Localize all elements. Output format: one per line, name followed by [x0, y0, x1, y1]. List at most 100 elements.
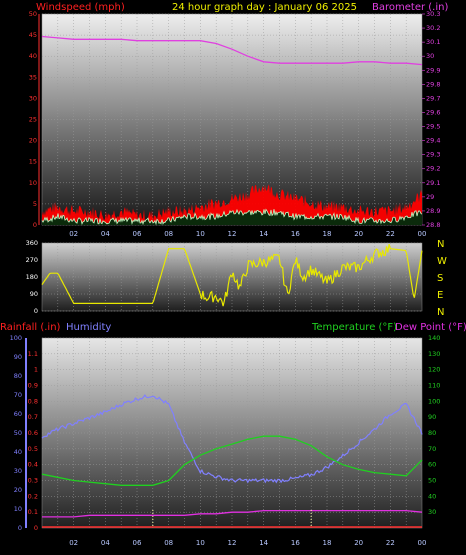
humidity-tick-label: 40 — [14, 448, 22, 456]
barometer-tick-label: 29.7 — [426, 94, 440, 102]
x-tick-label: 12 — [228, 230, 237, 238]
direction-tick-label: 270 — [26, 256, 38, 264]
windspeed-tick-label: 30 — [29, 94, 37, 102]
rainfall-tick-label: 0.8 — [28, 397, 38, 405]
temperature-tick-label: 40 — [428, 492, 436, 500]
windspeed-tick-label: 0 — [33, 221, 37, 229]
barometer-tick-label: 29.6 — [426, 108, 440, 116]
rainfall-tick-label: 0.3 — [28, 477, 38, 485]
x-tick-label: 02 — [69, 539, 78, 547]
temperature-tick-label: 90 — [428, 413, 436, 421]
humidity-tick-label: 50 — [14, 429, 22, 437]
barometer-tick-label: 29.2 — [426, 165, 440, 173]
barometer-tick-label: 30.1 — [426, 38, 440, 46]
temperature-tick-label: 70 — [428, 445, 436, 453]
rainfall-tick-label: 0.2 — [28, 492, 38, 500]
rainfall-tick-label: 0.1 — [28, 508, 38, 516]
barometer-tick-label: 29 — [426, 193, 434, 201]
x-tick-label: 20 — [354, 230, 363, 238]
x-tick-label: 14 — [259, 230, 268, 238]
temperature-tick-label: 130 — [428, 350, 440, 358]
humidity-tick-label: 70 — [14, 391, 22, 399]
humidity-tick-label: 20 — [14, 486, 22, 494]
humidity-tick-label: 100 — [10, 334, 22, 342]
x-tick-label: 16 — [291, 539, 300, 547]
x-tick-label: 06 — [133, 230, 142, 238]
temperature-tick-label: 30 — [428, 508, 436, 516]
x-tick-label: 22 — [386, 539, 395, 547]
x-tick-label: 18 — [323, 230, 332, 238]
temperature-tick-label: 50 — [428, 477, 436, 485]
windspeed-tick-label: 20 — [29, 137, 37, 145]
rainfall-tick-label: 1 — [34, 366, 38, 374]
humidity-tick-label: 80 — [14, 372, 22, 380]
barometer-tick-label: 29.8 — [426, 80, 440, 88]
chart-title: 24 hour graph day : January 06 2025 — [172, 2, 357, 13]
x-tick-label: 12 — [228, 539, 237, 547]
windspeed-tick-label: 50 — [29, 10, 37, 18]
x-tick-label: 04 — [101, 539, 110, 547]
x-tick-label: 02 — [69, 230, 78, 238]
temperature-tick-label: 140 — [428, 334, 440, 342]
windspeed-axis-label: Windspeed (mph) — [36, 2, 125, 13]
x-tick-label: 00 — [418, 230, 427, 238]
humidity-tick-label: 10 — [14, 505, 22, 513]
barometer-tick-label: 29.5 — [426, 123, 440, 131]
temperature-tick-label: 120 — [428, 366, 440, 374]
direction-tick-label: 0 — [34, 307, 38, 315]
temperature-tick-label: 80 — [428, 429, 436, 437]
x-tick-label: 10 — [196, 230, 205, 238]
temperature-tick-label: 110 — [428, 382, 440, 390]
x-tick-label: 20 — [354, 539, 363, 547]
x-tick-label: 00 — [418, 539, 427, 547]
barometer-tick-label: 29.9 — [426, 66, 440, 74]
x-tick-label: 08 — [164, 230, 173, 238]
dewpoint-axis-label: Dew Point (°F) — [395, 322, 466, 333]
barometer-tick-label: 30.3 — [426, 10, 440, 18]
temperature-axis-label: Temperature (°F) — [311, 322, 397, 333]
x-tick-label: 06 — [133, 539, 142, 547]
rainfall-tick-label: 0.6 — [28, 429, 38, 437]
windspeed-tick-label: 5 — [33, 200, 37, 208]
barometer-tick-label: 28.8 — [426, 221, 440, 229]
rainfall-axis-label: Rainfall (.in) — [0, 322, 61, 333]
windspeed-tick-label: 35 — [29, 73, 37, 81]
x-tick-label: 22 — [386, 230, 395, 238]
weather-graph: Windspeed (mph) 24 hour graph day : Janu… — [0, 2, 466, 547]
compass-label: W — [437, 256, 447, 267]
windspeed-tick-label: 15 — [29, 158, 37, 166]
temperature-tick-label: 60 — [428, 461, 436, 469]
x-tick-label: 04 — [101, 230, 110, 238]
direction-tick-label: 360 — [26, 239, 38, 247]
x-tick-label: 14 — [259, 539, 268, 547]
humidity-tick-label: 60 — [14, 410, 22, 418]
barometer-tick-label: 28.9 — [426, 207, 440, 215]
barometer-tick-label: 30 — [426, 52, 434, 60]
compass-label: S — [437, 273, 443, 284]
x-tick-label: 18 — [323, 539, 332, 547]
barometer-tick-label: 29.1 — [426, 179, 440, 187]
windspeed-tick-label: 10 — [29, 179, 37, 187]
barometer-tick-label: 29.3 — [426, 151, 440, 159]
rainfall-tick-label: 0.7 — [28, 413, 38, 421]
rainfall-tick-label: 1.1 — [28, 350, 38, 358]
rainfall-tick-label: 0.9 — [28, 382, 38, 390]
rainfall-tick-label: 0.4 — [28, 461, 38, 469]
windspeed-tick-label: 40 — [29, 52, 37, 60]
compass-label: N — [437, 239, 444, 250]
x-tick-label: 08 — [164, 539, 173, 547]
direction-tick-label: 180 — [26, 273, 38, 281]
temperature-tick-label: 100 — [428, 397, 440, 405]
humidity-tick-label: 30 — [14, 467, 22, 475]
humidity-tick-label: 0 — [18, 524, 22, 532]
humidity-tick-label: 90 — [14, 353, 22, 361]
x-tick-label: 16 — [291, 230, 300, 238]
rainfall-tick-label: 0.5 — [28, 445, 38, 453]
rainfall-tick-label: 0 — [34, 524, 38, 532]
compass-label: N — [437, 307, 444, 318]
windspeed-tick-label: 25 — [29, 116, 37, 124]
direction-tick-label: 90 — [30, 290, 38, 298]
windspeed-tick-label: 45 — [29, 31, 37, 39]
compass-label: E — [437, 290, 443, 301]
barometer-tick-label: 30.2 — [426, 24, 440, 32]
